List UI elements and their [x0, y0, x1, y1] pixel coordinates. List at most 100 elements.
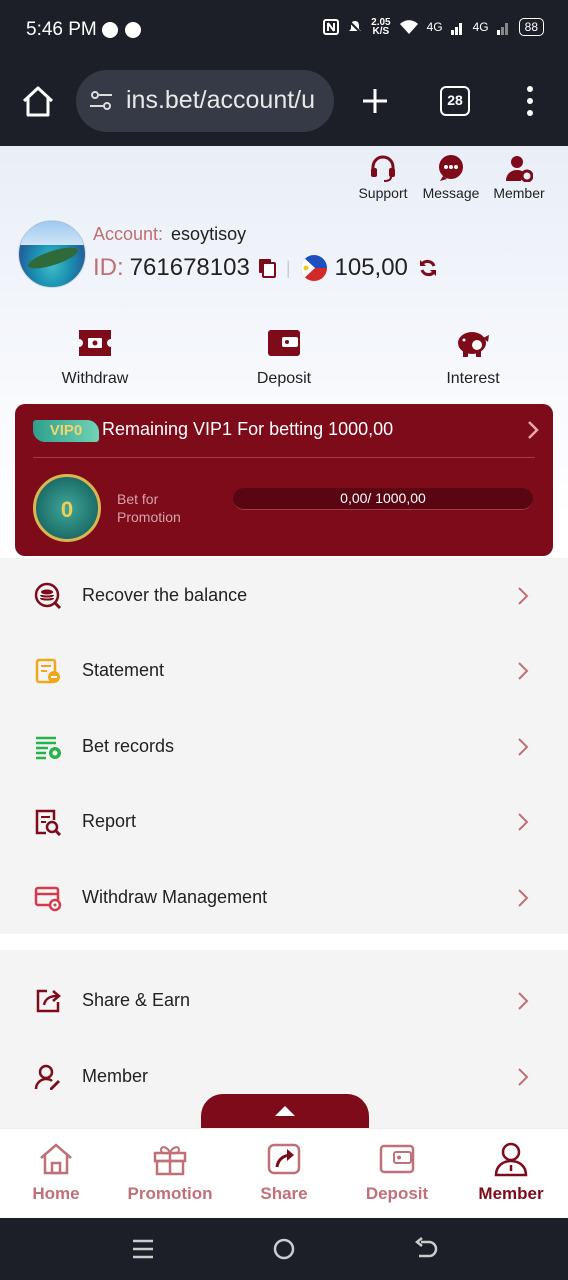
member-top-button[interactable]: Member	[490, 154, 548, 201]
chevron-right-icon	[518, 991, 529, 1010]
mute-bell-icon	[347, 19, 363, 35]
menu-item-bet-records[interactable]: Bet records	[0, 709, 568, 784]
menu-item-label: Bet records	[82, 736, 175, 756]
chevron-right-icon	[518, 1067, 529, 1086]
deposit-label: Deposit	[256, 370, 312, 387]
menu-item-recover-balance[interactable]: Recover the balance	[0, 558, 568, 633]
home-icon	[40, 1143, 72, 1175]
share-earn-icon	[36, 989, 61, 1012]
chevron-right-icon	[518, 661, 529, 680]
menu-item-withdraw-management[interactable]: Withdraw Management	[0, 860, 568, 935]
nav-home[interactable]: Home	[1, 1141, 111, 1204]
net-speed-unit: K/S	[372, 26, 390, 37]
header-actions: Support Message Member	[354, 154, 548, 201]
share-icon	[267, 1143, 301, 1175]
headset-icon	[371, 155, 395, 182]
nav-share[interactable]: Share	[229, 1141, 339, 1204]
report-icon	[35, 809, 62, 836]
net-speed: 2.05 K/S	[371, 18, 390, 37]
menu-item-share-earn[interactable]: Share & Earn	[0, 963, 568, 1038]
menu-item-label: Report	[82, 811, 137, 831]
signal-1-icon	[450, 23, 462, 35]
vip-card[interactable]: VIP0 Remaining VIP1 For betting 1000,00 …	[15, 404, 553, 556]
bet-for-promotion-label: Bet for Promotion	[117, 491, 181, 525]
battery-icon: 88	[518, 18, 544, 36]
chevron-right-icon	[518, 812, 529, 831]
status-right: 2.05 K/S 4G 4G 88	[323, 18, 544, 37]
vip-coin-level: 0	[60, 497, 74, 522]
philippines-flag-icon	[300, 255, 327, 281]
chevron-up-icon	[275, 1106, 295, 1116]
id-line: ID: 761678103 | 105,00	[93, 254, 438, 282]
piggy-bank-icon	[458, 332, 489, 357]
statement-icon	[35, 658, 60, 683]
separator: |	[285, 257, 291, 278]
menu-item-label: Statement	[82, 660, 165, 680]
back-icon[interactable]	[413, 1236, 439, 1262]
wallet-icon	[268, 330, 300, 356]
nav-member[interactable]: Member	[456, 1141, 566, 1204]
copy-icon[interactable]	[258, 258, 276, 278]
gift-icon	[153, 1146, 187, 1176]
message-label: Message	[422, 185, 480, 201]
member-person-icon	[494, 1142, 528, 1177]
refresh-icon[interactable]	[418, 258, 438, 278]
account-line: Account: esoytisoy	[93, 224, 246, 245]
chat-icon	[439, 155, 463, 181]
nfc-icon	[323, 19, 340, 35]
deposit-wallet-icon	[379, 1144, 415, 1174]
nav-share-label: Share	[260, 1184, 308, 1203]
drawer-handle[interactable]	[201, 1094, 369, 1128]
menu-item-statement[interactable]: Statement	[0, 633, 568, 708]
signal-2-label: 4G	[472, 20, 489, 34]
nav-deposit[interactable]: Deposit	[342, 1141, 452, 1204]
new-tab-icon[interactable]	[360, 86, 390, 116]
chevron-right-icon	[518, 888, 529, 907]
system-navigation	[0, 1218, 568, 1280]
chevron-right-icon[interactable]	[527, 420, 539, 440]
vip-level-badge: VIP0	[33, 420, 99, 442]
wifi-icon	[399, 20, 418, 34]
recents-icon[interactable]	[130, 1236, 156, 1262]
member-settings-icon	[506, 156, 533, 182]
id-value: 761678103	[129, 254, 250, 281]
withdraw-label: Withdraw	[61, 370, 129, 387]
address-bar[interactable]: ins.bet/account/u	[76, 70, 334, 132]
withdraw-button[interactable]: Withdraw	[35, 328, 155, 388]
messenger-notification-icon	[125, 22, 141, 38]
member-top-label: Member	[493, 185, 545, 201]
support-button[interactable]: Support	[354, 154, 412, 201]
vip-progress-text: 0,00/ 1000,00	[340, 490, 426, 506]
home-circle-icon[interactable]	[271, 1236, 297, 1262]
chat-notification-icon	[102, 22, 118, 38]
recover-balance-icon	[34, 582, 62, 609]
browser-menu-icon[interactable]	[524, 84, 536, 118]
notification-icons	[102, 22, 141, 38]
menu-item-report[interactable]: Report	[0, 784, 568, 859]
interest-button[interactable]: Interest	[413, 328, 533, 388]
site-settings-icon[interactable]	[89, 90, 113, 112]
tab-switcher-button[interactable]: 28	[440, 86, 470, 116]
bet-records-icon	[36, 736, 61, 759]
deposit-button[interactable]: Deposit	[224, 328, 344, 388]
id-label: ID:	[93, 254, 124, 281]
balance-amount: 105,00	[334, 254, 408, 281]
avatar[interactable]	[18, 220, 86, 288]
chevron-right-icon	[518, 737, 529, 756]
status-time: 5:46 PM	[26, 19, 97, 40]
nav-promotion[interactable]: Promotion	[115, 1141, 225, 1204]
interest-label: Interest	[446, 370, 500, 387]
support-label: Support	[358, 185, 408, 201]
member-icon	[34, 1064, 60, 1090]
nav-member-label: Member	[478, 1184, 544, 1203]
quick-actions: Withdraw Deposit Interest	[0, 328, 568, 388]
status-bar: 5:46 PM 2.05 K/S 4G 4G 88	[0, 0, 568, 62]
nav-deposit-label: Deposit	[365, 1184, 429, 1203]
message-button[interactable]: Message	[422, 154, 480, 201]
menu-item-label: Withdraw Management	[82, 887, 268, 907]
avatar-sky	[19, 221, 85, 245]
url-text[interactable]: ins.bet/account/u	[126, 86, 315, 115]
nav-home-label: Home	[32, 1184, 80, 1203]
browser-home-icon[interactable]	[20, 84, 56, 120]
account-name: esoytisoy	[171, 224, 247, 244]
